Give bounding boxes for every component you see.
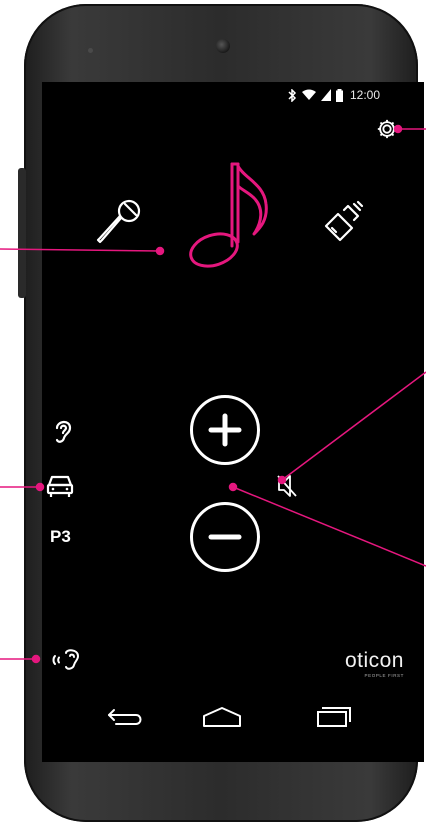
side-button bbox=[18, 168, 26, 298]
volume-up-button[interactable] bbox=[190, 395, 260, 465]
microphone-icon[interactable] bbox=[90, 196, 144, 250]
status-bar: 12:00 bbox=[288, 86, 380, 104]
front-camera bbox=[216, 39, 230, 53]
status-time: 12:00 bbox=[350, 88, 381, 102]
bluetooth-icon bbox=[288, 88, 297, 102]
speaker-mute-icon[interactable] bbox=[276, 473, 298, 499]
gear-icon[interactable] bbox=[376, 118, 398, 140]
minus-icon bbox=[208, 534, 242, 540]
signal-icon bbox=[321, 89, 331, 101]
battery-icon bbox=[336, 88, 343, 102]
hearing-aid-remote-icon[interactable] bbox=[52, 648, 82, 672]
brand-logo: oticon PEOPLE FIRST bbox=[324, 649, 404, 679]
tv-streamer-icon[interactable] bbox=[318, 198, 366, 246]
car-icon[interactable] bbox=[46, 472, 74, 500]
brand-name: oticon bbox=[344, 649, 404, 672]
wifi-icon bbox=[302, 89, 316, 100]
home-icon[interactable] bbox=[200, 704, 244, 730]
recents-icon[interactable] bbox=[314, 704, 354, 730]
plus-icon bbox=[208, 413, 242, 447]
ear-icon[interactable] bbox=[52, 417, 74, 445]
program-label: P3 bbox=[50, 527, 71, 546]
earpiece-dot bbox=[88, 48, 93, 53]
back-icon[interactable] bbox=[106, 704, 146, 730]
music-note-icon[interactable] bbox=[182, 158, 274, 274]
brand-tagline: PEOPLE FIRST bbox=[364, 673, 404, 678]
volume-down-button[interactable] bbox=[190, 502, 260, 572]
